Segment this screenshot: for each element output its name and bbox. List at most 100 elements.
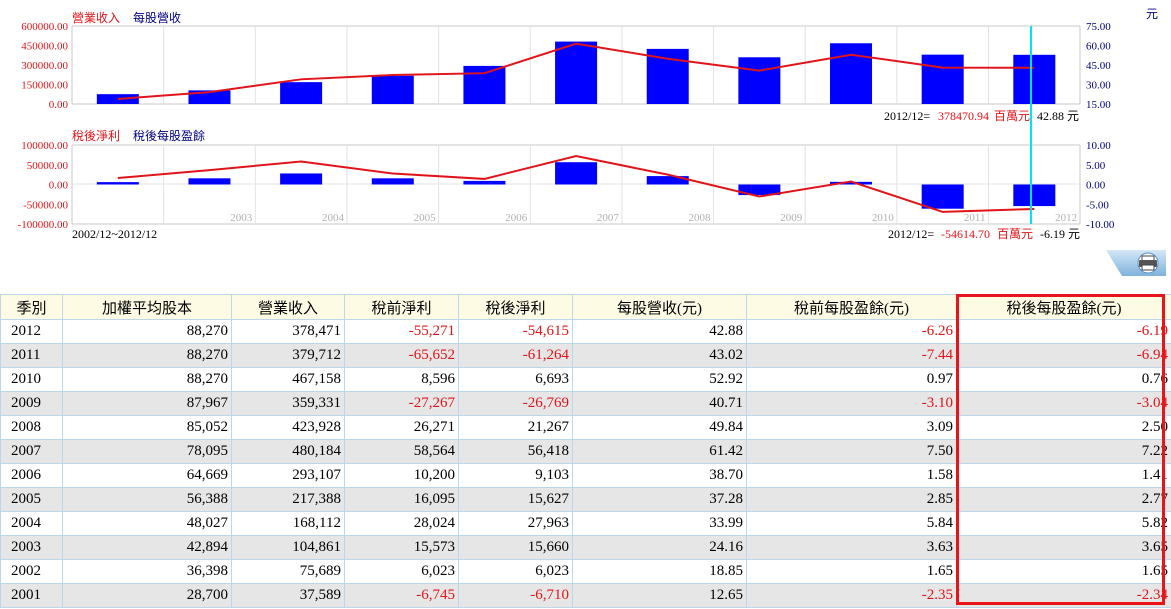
table-header-row: 季別 加權平均股本 營業收入 稅前淨利 稅後淨利 每股營收(元) 稅前每股盈餘(… [0,294,1171,320]
cell-capital: 88,270 [62,367,232,392]
charts-area: 營業收入 每股營收 600000.00 450000.00 300000.00 150… [18,7,1158,241]
chart2-info-date: 2012/12= [888,227,934,241]
cell-pretax-eps: 2.85 [746,487,957,512]
cell-pretax-income: 58,564 [344,439,459,464]
cell-net-income: 56,418 [458,439,573,464]
cell-eps: 1.65 [956,559,1171,584]
cell-net-income: 15,660 [458,535,573,560]
cell-pretax-income: 10,200 [344,463,459,488]
bar [555,41,598,104]
cell-revenue-per-share: 37.28 [572,487,747,512]
chart2-info-eps: -6.19 元 [1040,227,1080,241]
y-tick-label: -100000.00 [18,219,69,231]
x-tick-label: 2009 [780,212,803,224]
print-button[interactable] [1106,250,1166,276]
x-tick-label: 2003 [230,212,253,224]
y2-tick-label: 5.00 [1086,160,1106,172]
cell-revenue-per-share: 52.92 [572,367,747,392]
col-header-eps[interactable]: 稅後每股盈餘(元) [956,294,1171,320]
chart2-legend-net-income: 稅後淨利 [72,129,120,143]
cell-pretax-eps: 3.63 [746,535,957,560]
cell-pretax-income: 6,023 [344,559,459,584]
bar [463,65,506,104]
cell-eps: -3.04 [956,391,1171,416]
cell-pretax-income: 8,596 [344,367,459,392]
bar [921,54,964,104]
col-header-net-income[interactable]: 稅後淨利 [458,294,573,320]
chart1-info-date: 2012/12= [884,109,930,123]
y-tick-label: 0.00 [49,180,69,192]
table-row: 2011 88,270 379,712 -65,652 -61,264 43.02 -7.4… [0,343,1171,368]
col-header-revenue[interactable]: 營業收入 [231,294,345,320]
cell-pretax-income: 28,024 [344,511,459,536]
cell-pretax-eps: -2.35 [746,583,957,608]
cell-pretax-income: -55,271 [344,319,459,344]
cell-pretax-income: -6,745 [344,583,459,608]
cell-revenue: 467,158 [231,367,345,392]
x-tick-label: 2005 [414,212,437,224]
cell-pretax-eps: 7.50 [746,439,957,464]
col-header-pretax-income[interactable]: 稅前淨利 [344,294,459,320]
y-tick-label: 450000.00 [21,41,68,53]
y2-tick-label: -10.00 [1086,219,1115,231]
bar [371,178,414,185]
y2-tick-label: 0.00 [1086,180,1106,192]
cell-revenue: 359,331 [231,391,345,416]
cell-net-income: 27,963 [458,511,573,536]
cell-capital: 28,700 [62,583,232,608]
cell-capital: 42,894 [62,535,232,560]
chart1-info-eps: 42.88 元 [1037,109,1079,123]
table-row: 2005 56,388 217,388 16,095 15,627 37.28 2.85 2.… [0,487,1171,512]
cell-revenue: 423,928 [231,415,345,440]
cell-season: 2006 [0,463,63,488]
table-row: 2002 36,398 75,689 6,023 6,023 18.85 1.65 1.65 [0,559,1171,584]
y-tick-label: 100000.00 [21,140,68,152]
cell-season: 2009 [0,391,63,416]
cell-eps: 0.76 [956,367,1171,392]
col-header-season[interactable]: 季別 [0,294,63,320]
x-tick-label: 2012 [1055,212,1077,224]
col-header-pretax-eps[interactable]: 稅前每股盈餘(元) [746,294,957,320]
x-tick-label: 2006 [505,212,528,224]
cell-pretax-income: -65,652 [344,343,459,368]
cell-eps: -6.19 [956,319,1171,344]
bar [96,94,139,104]
table-row: 2007 78,095 480,184 58,564 56,418 61.42 7.50 7.… [0,439,1171,464]
bar [371,75,414,104]
table-row: 2004 48,027 168,112 28,024 27,963 33.99 5.84 5.… [0,511,1171,536]
col-header-capital[interactable]: 加權平均股本 [62,294,232,320]
col-header-revenue-per-share[interactable]: 每股營收(元) [572,294,747,320]
cell-net-income: 9,103 [458,463,573,488]
cell-revenue-per-share: 12.65 [572,583,747,608]
cell-pretax-eps: 3.09 [746,415,957,440]
cell-season: 2012 [0,319,63,344]
bar [280,173,323,185]
chart1-info-unit: 百萬元 [994,109,1030,123]
cell-capital: 88,270 [62,319,232,344]
cell-revenue: 104,861 [231,535,345,560]
cell-revenue: 378,471 [231,319,345,344]
cell-pretax-eps: -3.10 [746,391,957,416]
cell-pretax-income: 26,271 [344,415,459,440]
cell-revenue: 217,388 [231,487,345,512]
cell-eps: 7.22 [956,439,1171,464]
y2-tick-label: -5.00 [1086,199,1109,211]
cell-net-income: -61,264 [458,343,573,368]
cell-revenue-per-share: 49.84 [572,415,747,440]
y2-tick-label: 30.00 [1086,80,1111,92]
cell-revenue: 37,589 [231,583,345,608]
cell-revenue: 379,712 [231,343,345,368]
bar [1013,184,1056,207]
cell-capital: 64,669 [62,463,232,488]
chart1-legend-revenue: 營業收入 [72,11,120,25]
x-tick-label: 2011 [964,212,986,224]
cell-revenue-per-share: 38.70 [572,463,747,488]
cell-pretax-eps: 5.84 [746,511,957,536]
cell-revenue-per-share: 33.99 [572,511,747,536]
y2-tick-label: 10.00 [1086,140,1111,152]
cell-capital: 78,095 [62,439,232,464]
bar [738,57,781,104]
table-row: 2008 85,052 423,928 26,271 21,267 49.84 3.09 2.… [0,415,1171,440]
y2-tick-label: 75.00 [1086,21,1111,33]
chart2-range: 2002/12~2012/12 [72,227,157,241]
